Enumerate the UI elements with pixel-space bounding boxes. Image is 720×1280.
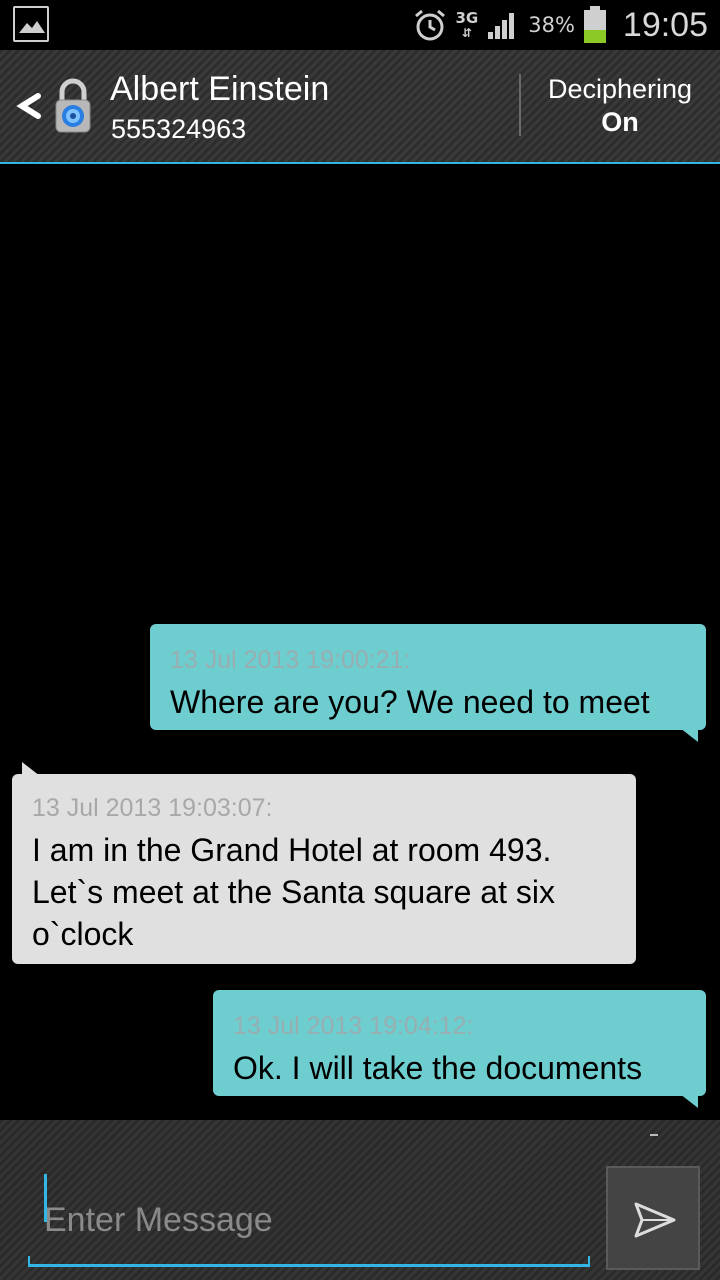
deciphering-state: On bbox=[601, 107, 639, 137]
contact-name: Albert Einstein bbox=[110, 70, 330, 108]
send-icon bbox=[634, 1202, 676, 1238]
message-bubble-incoming[interactable]: 13 Jul 2013 19:03:07: I am in the Grand … bbox=[12, 774, 636, 964]
input-underline bbox=[28, 1256, 590, 1267]
message-timestamp: 13 Jul 2013 19:00:21: bbox=[170, 646, 411, 674]
lock-icon bbox=[52, 78, 94, 134]
deciphering-toggle[interactable]: Deciphering On bbox=[522, 74, 718, 138]
network-type: 3G ⇵ bbox=[455, 8, 479, 40]
message-bubble-outgoing[interactable]: 13 Jul 2013 19:00:21: Where are you? We … bbox=[150, 624, 706, 730]
battery-percent: 38% bbox=[528, 13, 575, 37]
message-input[interactable] bbox=[28, 1170, 590, 1270]
deciphering-label: Deciphering bbox=[547, 74, 693, 104]
contact-number: 555324963 bbox=[111, 114, 247, 144]
send-button[interactable] bbox=[606, 1166, 700, 1270]
bubble-tail bbox=[680, 1094, 698, 1108]
composer-bar bbox=[0, 1120, 720, 1280]
message-timestamp: 13 Jul 2013 19:04:12: bbox=[233, 1012, 474, 1040]
data-arrows-icon: ⇵ bbox=[461, 25, 472, 40]
status-bar: 3G ⇵ 38% 19:05 bbox=[0, 0, 720, 50]
clock: 19:05 bbox=[622, 5, 708, 44]
message-timestamp: 13 Jul 2013 19:03:07: bbox=[32, 794, 273, 822]
header-divider bbox=[519, 74, 521, 136]
divider-mark bbox=[650, 1134, 658, 1136]
message-bubble-outgoing[interactable]: 13 Jul 2013 19:04:12: Ok. I will take th… bbox=[213, 990, 706, 1096]
gallery-icon bbox=[13, 6, 49, 42]
bubble-tail bbox=[680, 728, 698, 742]
alarm-icon bbox=[415, 9, 446, 41]
back-button[interactable] bbox=[14, 86, 54, 126]
message-text: Where are you? We need to meet bbox=[170, 684, 650, 720]
conversation-header: Albert Einstein 555324963 Deciphering On bbox=[0, 50, 720, 164]
message-text: I am in the Grand Hotel at room 493. Let… bbox=[32, 832, 555, 952]
battery-icon bbox=[583, 6, 606, 43]
text-cursor bbox=[44, 1174, 47, 1222]
status-icons: 3G ⇵ 38% 19:05 bbox=[413, 0, 708, 50]
back-chevron-icon bbox=[16, 93, 41, 119]
message-text: Ok. I will take the documents bbox=[233, 1050, 643, 1086]
signal-icon bbox=[488, 13, 515, 39]
